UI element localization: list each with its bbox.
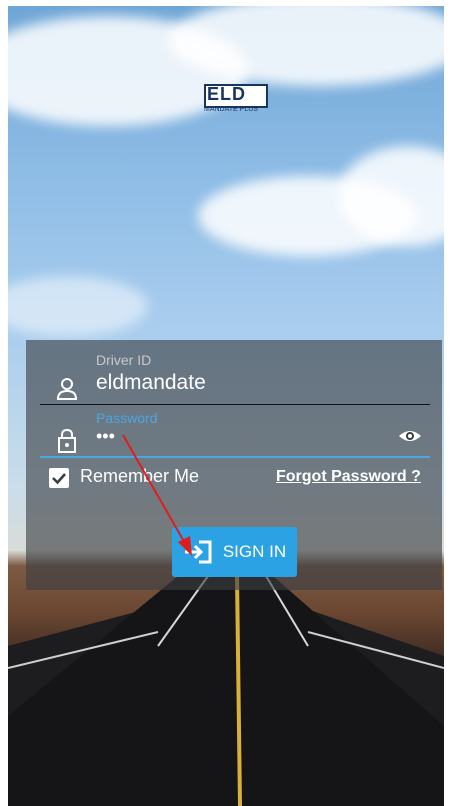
password-label: Password bbox=[96, 410, 158, 426]
login-screen: ELD MANDATE PLUS Driver ID eldmandate Pa… bbox=[8, 6, 444, 806]
app-logo: ELD MANDATE PLUS bbox=[204, 84, 278, 114]
annotation-arrow bbox=[122, 434, 192, 556]
logo-subtext: MANDATE PLUS bbox=[204, 106, 258, 113]
check-icon bbox=[52, 473, 66, 485]
driver-id-underline bbox=[40, 404, 430, 405]
password-underline bbox=[40, 456, 430, 458]
logo-text: ELD bbox=[207, 84, 246, 104]
checkbox-box[interactable] bbox=[49, 468, 69, 488]
person-icon bbox=[57, 378, 77, 400]
forgot-password-link[interactable]: Forgot Password ? bbox=[276, 468, 421, 486]
road-background bbox=[8, 576, 444, 806]
lock-icon bbox=[58, 429, 76, 453]
driver-id-input[interactable]: eldmandate bbox=[96, 371, 206, 395]
sign-in-label: SIGN IN bbox=[222, 542, 287, 561]
cloud-decoration bbox=[8, 276, 148, 336]
password-input[interactable]: ••• bbox=[96, 426, 115, 447]
driver-id-label: Driver ID bbox=[96, 352, 152, 368]
eye-icon[interactable] bbox=[398, 428, 422, 444]
